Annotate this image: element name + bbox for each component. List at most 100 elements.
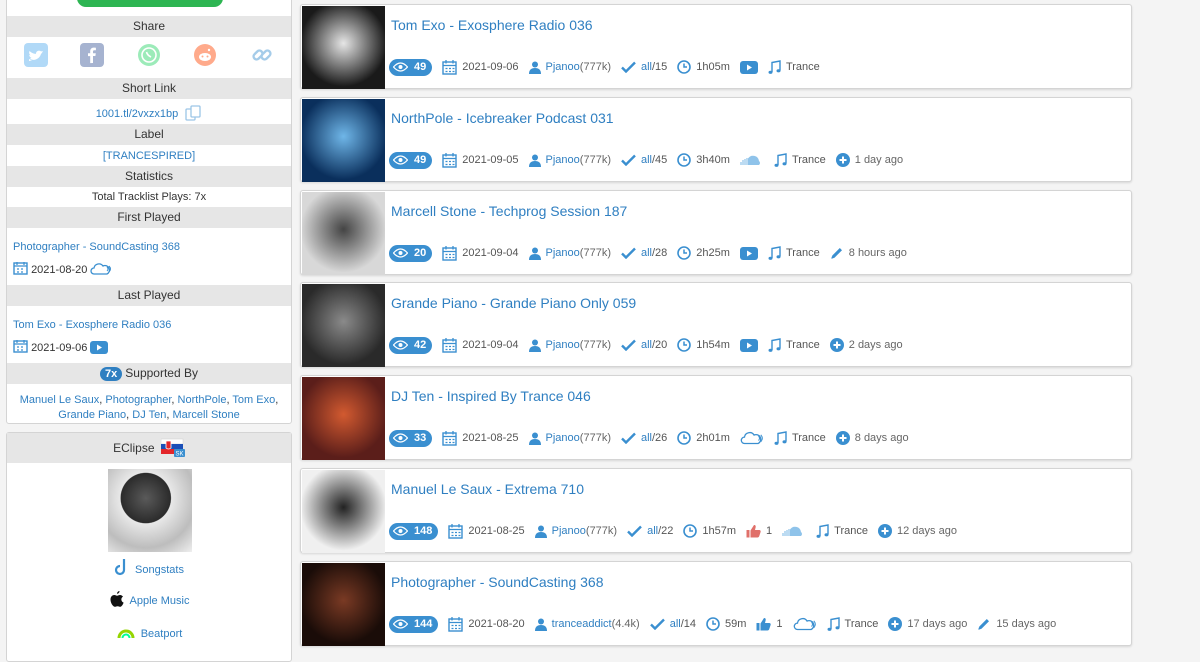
eye-icon [393, 62, 411, 72]
cloud-icon[interactable] [793, 617, 817, 631]
user-link[interactable]: tranceaddict [552, 618, 612, 630]
tracklist-title[interactable]: Manuel Le Saux - Extrema 710 [391, 481, 584, 497]
copy-icon[interactable] [184, 104, 202, 122]
short-link[interactable]: 1001.tl/2vxzx1bp [96, 108, 179, 120]
youtube-icon[interactable] [739, 60, 758, 74]
thumbs-up-icon[interactable] [746, 524, 761, 538]
facebook-icon[interactable] [80, 43, 104, 67]
calendar-icon [13, 262, 28, 275]
tracklist-meta: 148 2021-08-25 Pjanoo (777k) all/22 1h57… [389, 522, 967, 540]
clock-icon [677, 246, 692, 260]
tracklist-thumbnail[interactable] [302, 192, 385, 275]
beatport-label[interactable]: Beatport [141, 628, 183, 640]
check-icon [627, 525, 642, 537]
time-ago: 8 days ago [854, 432, 909, 444]
link-icon[interactable] [250, 43, 274, 67]
tracklist-card[interactable]: NorthPole - Icebreaker Podcast 031 49 20… [300, 97, 1132, 182]
reddit-icon[interactable] [193, 43, 217, 67]
supporter-link[interactable]: Grande Piano [58, 409, 126, 421]
youtube-icon[interactable] [739, 246, 758, 260]
duration-field: 1h54m [677, 338, 730, 352]
clock-icon [677, 153, 692, 167]
tracklist-title[interactable]: DJ Ten - Inspired By Trance 046 [391, 388, 591, 404]
tracklist-title[interactable]: Tom Exo - Exosphere Radio 036 [391, 17, 593, 33]
share-icons [7, 41, 291, 69]
eye-icon [393, 340, 411, 350]
tracklist-title[interactable]: Marcell Stone - Techprog Session 187 [391, 203, 627, 219]
date-field: 2021-08-20 [448, 616, 525, 632]
soundcloud-icon[interactable] [740, 154, 764, 166]
action-button[interactable] [77, 0, 223, 7]
tracklist-title[interactable]: NorthPole - Icebreaker Podcast 031 [391, 110, 614, 126]
user-link[interactable]: Pjanoo [546, 247, 580, 259]
sidebar: Share Short Link 1001.tl/2vxzx1bp Label [6, 0, 292, 662]
tracklist-card[interactable]: Photographer - SoundCasting 368 144 2021… [300, 561, 1132, 646]
cloud-icon[interactable] [740, 431, 764, 445]
tracklist-thumbnail[interactable] [302, 284, 385, 367]
tracklist-thumbnail[interactable] [302, 563, 385, 646]
tracklist-card[interactable]: DJ Ten - Inspired By Trance 046 33 2021-… [300, 375, 1132, 460]
thumbs-up-icon[interactable] [756, 617, 772, 631]
user-link[interactable]: Pjanoo [552, 525, 586, 537]
tracklist-meta: 33 2021-08-25 Pjanoo (777k) all/26 2h01m [389, 429, 919, 447]
ids-total: /14 [680, 618, 697, 630]
check-icon [621, 247, 636, 259]
supporter-link[interactable]: Photographer [105, 394, 171, 406]
tracklist-card[interactable]: Grande Piano - Grande Piano Only 059 42 … [300, 282, 1132, 367]
genre-label[interactable]: Trance [792, 154, 826, 166]
duration-field: 2h01m [677, 431, 730, 445]
genre-label[interactable]: Trance [786, 339, 820, 351]
songstats-link[interactable]: Songstats [7, 557, 291, 577]
user-link[interactable]: Pjanoo [546, 154, 580, 166]
soundcloud-icon[interactable] [782, 525, 806, 537]
artist-photo[interactable] [108, 469, 192, 552]
genre-label[interactable]: Trance [845, 618, 879, 630]
genre-label[interactable]: Trance [786, 247, 820, 259]
supporter-link[interactable]: Tom Exo [232, 394, 275, 406]
tracklist-thumbnail[interactable] [302, 99, 385, 182]
tracklist-title[interactable]: Photographer - SoundCasting 368 [391, 574, 603, 590]
plus-icon [878, 524, 892, 538]
user-field: Pjanoo (777k) [528, 432, 611, 445]
first-played-link[interactable]: Photographer - SoundCasting 368 [13, 241, 180, 253]
tracklist-card[interactable]: Marcell Stone - Techprog Session 187 20 … [300, 190, 1132, 275]
supporter-link[interactable]: NorthPole [178, 394, 227, 406]
duration-value: 1h05m [696, 61, 730, 73]
added-field: 8 hours ago [830, 246, 907, 260]
tracklist-thumbnail[interactable] [302, 377, 385, 460]
tracklist-thumbnail[interactable] [302, 470, 385, 553]
genre-label[interactable]: Trance [834, 525, 868, 537]
tracklist-title[interactable]: Grande Piano - Grande Piano Only 059 [391, 295, 636, 311]
youtube-icon[interactable] [739, 338, 758, 352]
supporter-link[interactable]: DJ Ten [132, 409, 166, 421]
apple-music-link[interactable]: Apple Music [7, 590, 291, 608]
user-points: (777k) [579, 432, 611, 444]
user-field: tranceaddict (4.4k) [534, 618, 640, 631]
supporter-link[interactable]: Marcell Stone [172, 409, 239, 421]
user-link[interactable]: Pjanoo [546, 432, 580, 444]
genre-label[interactable]: Trance [792, 432, 826, 444]
edited-field: 15 days ago [977, 617, 1056, 631]
ids-field: all/22 [627, 525, 673, 537]
tracklist-card[interactable]: Manuel Le Saux - Extrema 710 148 2021-08… [300, 468, 1132, 553]
beatport-link[interactable]: Beatport [7, 623, 291, 641]
whatsapp-icon[interactable] [137, 43, 161, 67]
genre-label[interactable]: Trance [786, 61, 820, 73]
artist-name[interactable]: EClipse [113, 441, 154, 455]
plus-icon [835, 431, 850, 445]
music-note-icon [774, 430, 787, 446]
tracklist-thumbnail[interactable] [302, 6, 385, 89]
tracklist-card[interactable]: Tom Exo - Exosphere Radio 036 49 2021-09… [300, 4, 1132, 89]
user-link[interactable]: Pjanoo [546, 339, 580, 351]
tracklist-meta: 42 2021-09-04 Pjanoo (777k) all/20 1h54m [389, 336, 913, 354]
ids-status: all [640, 247, 652, 259]
label-link[interactable]: [TRANCESPIRED] [7, 150, 291, 162]
twitter-icon[interactable] [24, 43, 48, 67]
supporter-link[interactable]: Manuel Le Saux [20, 394, 100, 406]
last-played-link[interactable]: Tom Exo - Exosphere Radio 036 [13, 319, 171, 331]
user-link[interactable]: Pjanoo [546, 61, 580, 73]
songstats-label[interactable]: Songstats [135, 564, 184, 576]
views-badge: 49 [389, 58, 433, 76]
user-icon [528, 247, 541, 260]
apple-music-label[interactable]: Apple Music [130, 595, 190, 607]
